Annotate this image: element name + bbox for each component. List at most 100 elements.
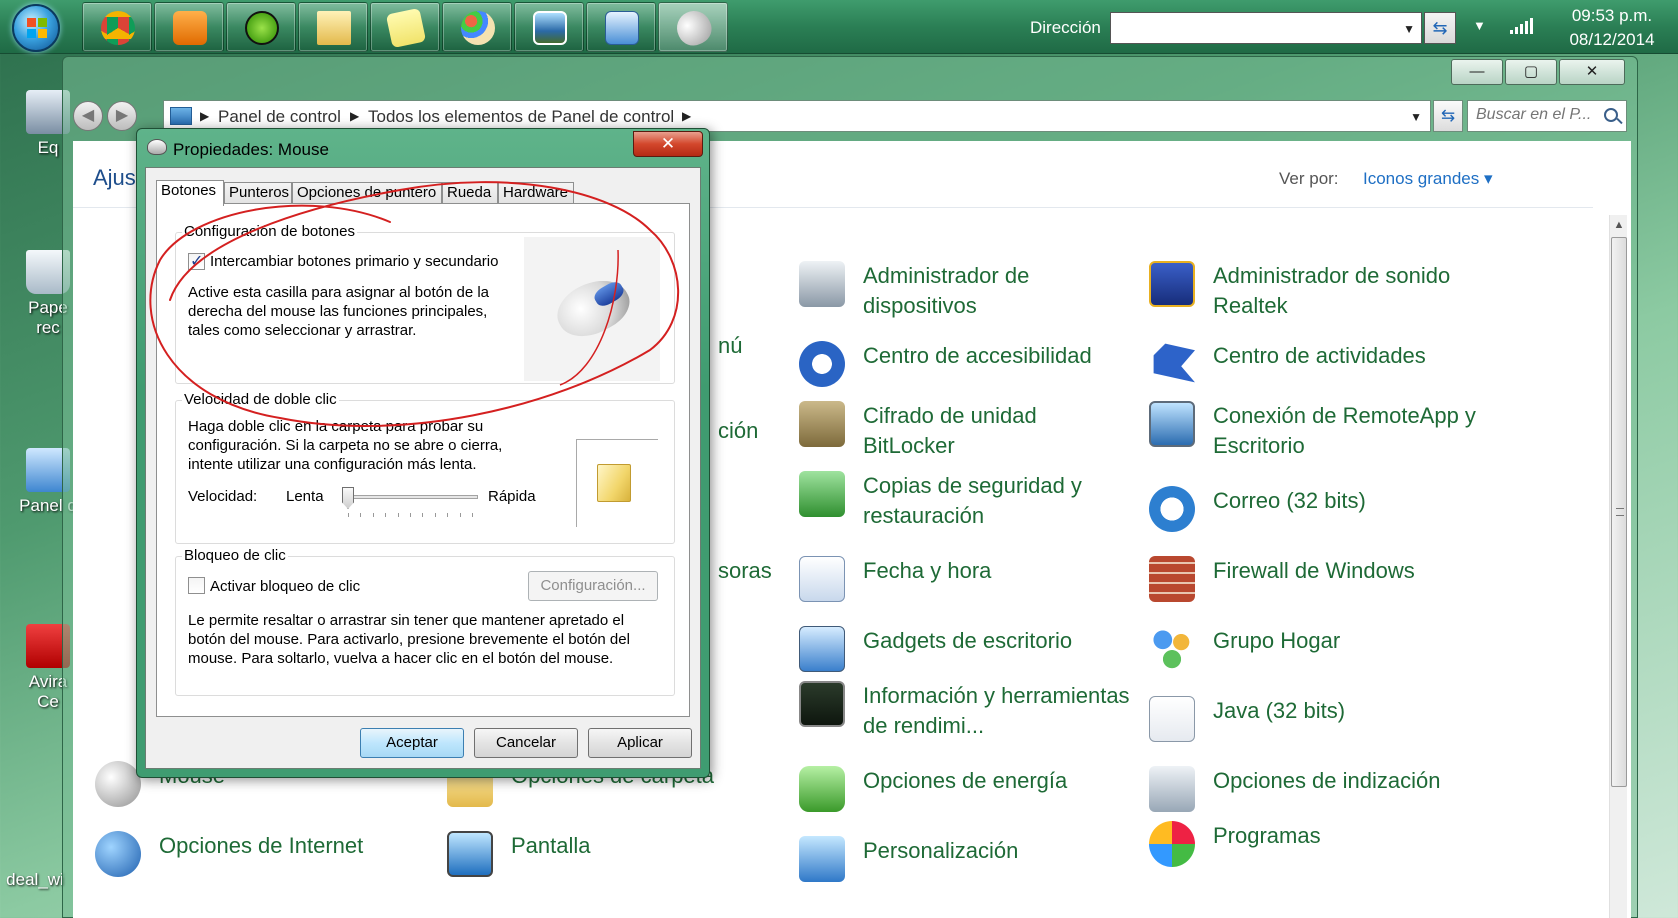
swap-buttons-checkbox[interactable]: [188, 251, 205, 271]
photo-viewer-icon: [533, 11, 567, 45]
click-lock-settings-button[interactable]: Configuración...: [528, 571, 658, 601]
description-line: Haga doble clic en la carpeta para proba…: [188, 418, 484, 435]
slider-tick: [422, 513, 424, 517]
tab-hardware[interactable]: Hardware: [498, 182, 574, 204]
cp-item-label: Pantalla: [511, 833, 591, 858]
show-hidden-icons-button[interactable]: ▼: [1473, 18, 1486, 33]
slider-tick: [348, 513, 349, 517]
forward-button[interactable]: ▶: [107, 101, 137, 131]
clock-time: 09:53 p.m.: [1571, 6, 1653, 25]
apply-button[interactable]: Aplicar: [588, 728, 692, 758]
slider-tick: [360, 513, 362, 517]
start-button[interactable]: [12, 4, 60, 52]
address-toolbar-input[interactable]: ▼: [1110, 12, 1422, 44]
breadcrumb-control-panel[interactable]: Panel de control: [218, 107, 341, 127]
system-clock[interactable]: 09:53 p.m. 08/12/2014: [1552, 4, 1672, 52]
minimize-button[interactable]: —: [1451, 59, 1503, 85]
chevron-right-icon[interactable]: ▶: [350, 109, 359, 123]
scroll-up-button[interactable]: ▲: [1610, 215, 1628, 235]
chevron-down-icon[interactable]: ▼: [1410, 110, 1422, 124]
arrow-left-icon: ◀: [81, 107, 95, 124]
view-by-dropdown[interactable]: Iconos grandes ▾: [1363, 169, 1493, 189]
taskbar-mouse-properties[interactable]: [658, 2, 728, 52]
search-icon[interactable]: [1604, 108, 1618, 122]
programs-icon: [1149, 821, 1195, 867]
taskbar-sticky-notes[interactable]: [370, 2, 440, 52]
click-lock-group: Bloqueo de clic Activar bloqueo de clic …: [175, 547, 675, 696]
cancel-button[interactable]: Cancelar: [474, 728, 578, 758]
spotify-icon: [245, 11, 279, 45]
cp-item-label: Administrador de sonido Realtek: [1213, 263, 1451, 318]
homegroup-icon: [1149, 626, 1195, 672]
cp-item-label: Opciones de Internet: [159, 833, 364, 858]
arrow-right-icon: ▶: [115, 107, 129, 124]
vertical-scrollbar[interactable]: ▲: [1609, 215, 1627, 918]
accessibility-icon: [799, 341, 845, 387]
mouse-icon: [147, 139, 167, 155]
mouse-properties-dialog: Propiedades: Mouse ✕ Botones Punteros Op…: [136, 128, 710, 778]
tab-rueda[interactable]: Rueda: [442, 182, 498, 204]
chevron-down-icon[interactable]: ▼: [1403, 22, 1415, 36]
ok-button[interactable]: Aceptar: [360, 728, 464, 758]
tab-botones[interactable]: Botones: [156, 180, 224, 206]
cp-item-label: Opciones de indización: [1213, 768, 1441, 793]
test-folder-area[interactable]: [576, 439, 658, 527]
chevron-right-icon[interactable]: ▶: [200, 109, 209, 123]
taskbar-spotify[interactable]: [226, 2, 296, 52]
cp-item-label: Opciones de energía: [863, 768, 1068, 793]
taskbar-paint[interactable]: [442, 2, 512, 52]
cp-item-label: Grupo Hogar: [1213, 628, 1341, 653]
tab-punteros[interactable]: Punteros: [224, 182, 292, 204]
java-icon: [1149, 696, 1195, 742]
address-go-button[interactable]: ⇆: [1424, 12, 1456, 44]
click-lock-checkbox[interactable]: [188, 577, 205, 594]
taskbar-media-player[interactable]: [154, 2, 224, 52]
click-lock-description: Le permite resaltar o arrastrar sin tene…: [188, 611, 658, 668]
page-title: Ajus: [93, 165, 136, 190]
taskbar-chrome[interactable]: [82, 2, 152, 52]
desktop-icon-deal[interactable]: deal_wi: [0, 870, 70, 890]
dialog-close-button[interactable]: ✕: [633, 131, 703, 157]
double-click-speed-group: Velocidad de doble clic Haga doble clic …: [175, 391, 675, 544]
chevron-right-icon[interactable]: ▶: [682, 109, 691, 123]
search-input[interactable]: [1476, 106, 1596, 124]
mail-icon: [1149, 486, 1195, 532]
maximize-button[interactable]: ▢: [1505, 59, 1557, 85]
cp-item-label: Java (32 bits): [1213, 698, 1346, 723]
cp-item-label: Firewall de Windows: [1213, 558, 1415, 583]
cp-item-label: Programas: [1213, 823, 1321, 848]
folder-icon[interactable]: [597, 464, 631, 502]
network-signal-icon[interactable]: [1510, 18, 1533, 34]
remoteapp-icon: [1149, 401, 1195, 447]
taskbar: Dirección ▼ ⇆ ▼ 09:53 p.m. 08/12/2014: [0, 0, 1678, 54]
cp-item-label: Correo (32 bits): [1213, 488, 1366, 513]
firewall-icon: [1149, 556, 1195, 602]
description-line: intente utilizar una configuración más l…: [188, 456, 477, 473]
slider-thumb[interactable]: [342, 487, 354, 509]
speed-fast-label: Rápida: [488, 488, 536, 505]
double-click-speed-slider[interactable]: [342, 495, 478, 499]
breadcrumb-all-items[interactable]: Todos los elementos de Panel de control: [368, 107, 674, 127]
gadgets-icon: [799, 626, 845, 672]
close-button[interactable]: ✕: [1559, 59, 1625, 85]
windows-logo-icon: [27, 18, 47, 38]
taskbar-control-panel[interactable]: [586, 2, 656, 52]
swap-buttons-label[interactable]: Intercambiar botones primario y secundar…: [210, 252, 498, 271]
mouse-icon: [671, 5, 717, 51]
cp-item-label: Fecha y hora: [863, 558, 992, 583]
slider-tick: [447, 513, 449, 517]
taskbar-explorer[interactable]: [298, 2, 368, 52]
scroll-thumb[interactable]: [1611, 237, 1627, 787]
cp-item-label: Copias de seguridad y restauración: [863, 473, 1082, 528]
power-options-icon: [799, 766, 845, 812]
click-lock-label[interactable]: Activar bloqueo de clic: [210, 577, 360, 596]
back-button[interactable]: ◀: [73, 101, 103, 131]
slider-tick: [372, 513, 374, 517]
description-line: tales como seleccionar y arrastrar.: [188, 322, 417, 339]
close-icon: ✕: [660, 134, 676, 153]
search-box[interactable]: [1467, 100, 1627, 132]
refresh-button[interactable]: ⇆: [1433, 100, 1463, 132]
tab-opciones-de-puntero[interactable]: Opciones de puntero: [292, 182, 442, 204]
taskbar-photo-viewer[interactable]: [514, 2, 584, 52]
folder-icon: [317, 11, 351, 45]
